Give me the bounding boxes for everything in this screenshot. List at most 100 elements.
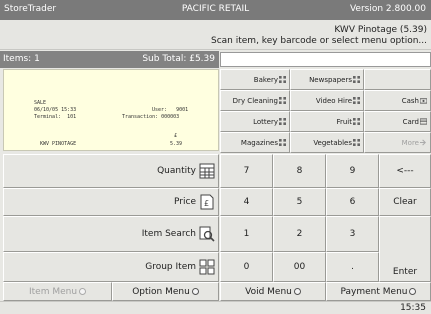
- tender-card-button[interactable]: Card: [364, 111, 431, 132]
- key-9-label: 9: [349, 166, 356, 176]
- option-menu-button[interactable]: Option Menu: [112, 282, 219, 301]
- category-dry-cleaning-label: Dry Cleaning: [232, 96, 278, 105]
- tender-cash-button[interactable]: Cash: [364, 90, 431, 111]
- search-icon: [199, 226, 215, 242]
- key-6[interactable]: 6: [326, 188, 379, 216]
- category-lottery-label: Lottery: [253, 117, 278, 126]
- barcode-input[interactable]: [220, 52, 431, 67]
- price-tag-icon: £: [200, 194, 214, 210]
- key-decimal[interactable]: .: [326, 252, 379, 282]
- category-fruit-button[interactable]: Fruit: [290, 111, 364, 132]
- group-icon: [353, 76, 360, 83]
- clear-button[interactable]: Clear: [379, 188, 431, 216]
- category-newspapers-label: Newspapers: [309, 75, 352, 84]
- category-vegetables-label: Vegetables: [313, 138, 352, 147]
- key-00[interactable]: 00: [273, 252, 326, 282]
- key-1-label: 1: [243, 229, 250, 239]
- category-magazines-button[interactable]: Magazines: [220, 132, 290, 153]
- category-vegetables-button[interactable]: Vegetables: [290, 132, 364, 153]
- key-2[interactable]: 2: [273, 216, 326, 252]
- radio-icon: [79, 287, 87, 295]
- category-empty-button[interactable]: [364, 69, 431, 90]
- clock: 15:35: [400, 303, 426, 313]
- category-bakery-label: Bakery: [253, 75, 278, 84]
- category-video-hire-button[interactable]: Video Hire: [290, 90, 364, 111]
- group-icon: [353, 97, 360, 104]
- radio-icon: [293, 287, 301, 295]
- group-item-button[interactable]: Group Item: [3, 252, 219, 282]
- item-menu-button[interactable]: Item Menu: [3, 282, 112, 301]
- group-item-icon: [199, 259, 215, 275]
- receipt-user: User: 9001: [152, 107, 189, 113]
- category-newspapers-button[interactable]: Newspapers: [290, 69, 364, 90]
- category-magazines-label: Magazines: [240, 138, 278, 147]
- key-8[interactable]: 8: [273, 154, 326, 188]
- tender-cash-label: Cash: [401, 96, 419, 105]
- category-lottery-button[interactable]: Lottery: [220, 111, 290, 132]
- storetrader-window: StoreTrader PACIFIC RETAIL Version 2.800…: [0, 0, 431, 314]
- title-bar: StoreTrader PACIFIC RETAIL Version 2.800…: [0, 0, 431, 20]
- option-menu-label: Option Menu: [132, 286, 190, 297]
- key-9[interactable]: 9: [326, 154, 379, 188]
- receipt-sale: SALE: [34, 100, 47, 106]
- key-5[interactable]: 5: [273, 188, 326, 216]
- payment-menu-label: Payment Menu: [340, 286, 408, 297]
- summary-bar: Items: 1 Sub Total: £5.39: [0, 51, 219, 68]
- tender-more-label: More: [401, 138, 419, 147]
- key-4-label: 4: [243, 197, 250, 207]
- key-0[interactable]: 0: [220, 252, 273, 282]
- cash-icon: [420, 98, 427, 104]
- group-item-label: Group Item: [145, 262, 196, 272]
- quantity-label: Quantity: [157, 166, 196, 176]
- receipt-transaction: Transaction: 000003: [122, 114, 180, 120]
- category-bakery-button[interactable]: Bakery: [220, 69, 290, 90]
- svg-text:£: £: [204, 199, 209, 208]
- radio-icon: [409, 287, 417, 295]
- key-7[interactable]: 7: [220, 154, 273, 188]
- backspace-button[interactable]: <---: [379, 154, 431, 188]
- tender-more-button[interactable]: More: [364, 132, 431, 153]
- item-search-label: Item Search: [141, 229, 196, 239]
- arrow-right-icon: [420, 139, 426, 146]
- item-menu-label: Item Menu: [28, 286, 78, 297]
- key-5-label: 5: [296, 197, 303, 207]
- category-fruit-label: Fruit: [336, 117, 352, 126]
- quantity-icon: [199, 163, 215, 179]
- void-menu-label: Void Menu: [245, 286, 292, 297]
- group-icon: [279, 118, 286, 125]
- key-3-label: 3: [349, 229, 356, 239]
- price-button[interactable]: Price £: [3, 188, 219, 216]
- category-dry-cleaning-button[interactable]: Dry Cleaning: [220, 90, 290, 111]
- enter-button[interactable]: Enter: [379, 216, 431, 282]
- group-icon: [353, 118, 360, 125]
- payment-menu-button[interactable]: Payment Menu: [326, 282, 431, 301]
- key-4[interactable]: 4: [220, 188, 273, 216]
- receipt-panel: SALE 06/10/05 15:33 User: 9001 Terminal:…: [3, 69, 219, 151]
- status-bar: 15:35: [0, 301, 431, 314]
- key-1[interactable]: 1: [220, 216, 273, 252]
- last-item-label: KWV Pinotage (5.39): [334, 25, 427, 35]
- group-icon: [353, 139, 360, 146]
- receipt-item-name: KWV PINOTAGE: [40, 141, 77, 147]
- key-0-label: 0: [243, 262, 250, 272]
- radio-icon: [191, 287, 199, 295]
- receipt-datetime: 06/10/05 15:33: [34, 107, 77, 113]
- receipt-terminal: Terminal: 101: [34, 114, 77, 120]
- clear-label: Clear: [393, 197, 417, 207]
- key-3[interactable]: 3: [326, 216, 379, 252]
- quantity-button[interactable]: Quantity: [3, 154, 219, 188]
- subtotal: Sub Total: £5.39: [142, 54, 215, 64]
- key-decimal-label: .: [351, 262, 354, 272]
- key-8-label: 8: [296, 166, 303, 176]
- key-2-label: 2: [296, 229, 303, 239]
- tender-card-label: Card: [402, 117, 419, 126]
- receipt-item-price: 5.39: [170, 141, 183, 147]
- key-6-label: 6: [349, 197, 356, 207]
- category-video-hire-label: Video Hire: [315, 96, 352, 105]
- void-menu-button[interactable]: Void Menu: [220, 282, 326, 301]
- key-7-label: 7: [243, 166, 250, 176]
- item-search-button[interactable]: Item Search: [3, 216, 219, 252]
- backspace-label: <---: [396, 166, 414, 176]
- card-icon: [420, 118, 427, 125]
- receipt-currency: £: [174, 133, 178, 139]
